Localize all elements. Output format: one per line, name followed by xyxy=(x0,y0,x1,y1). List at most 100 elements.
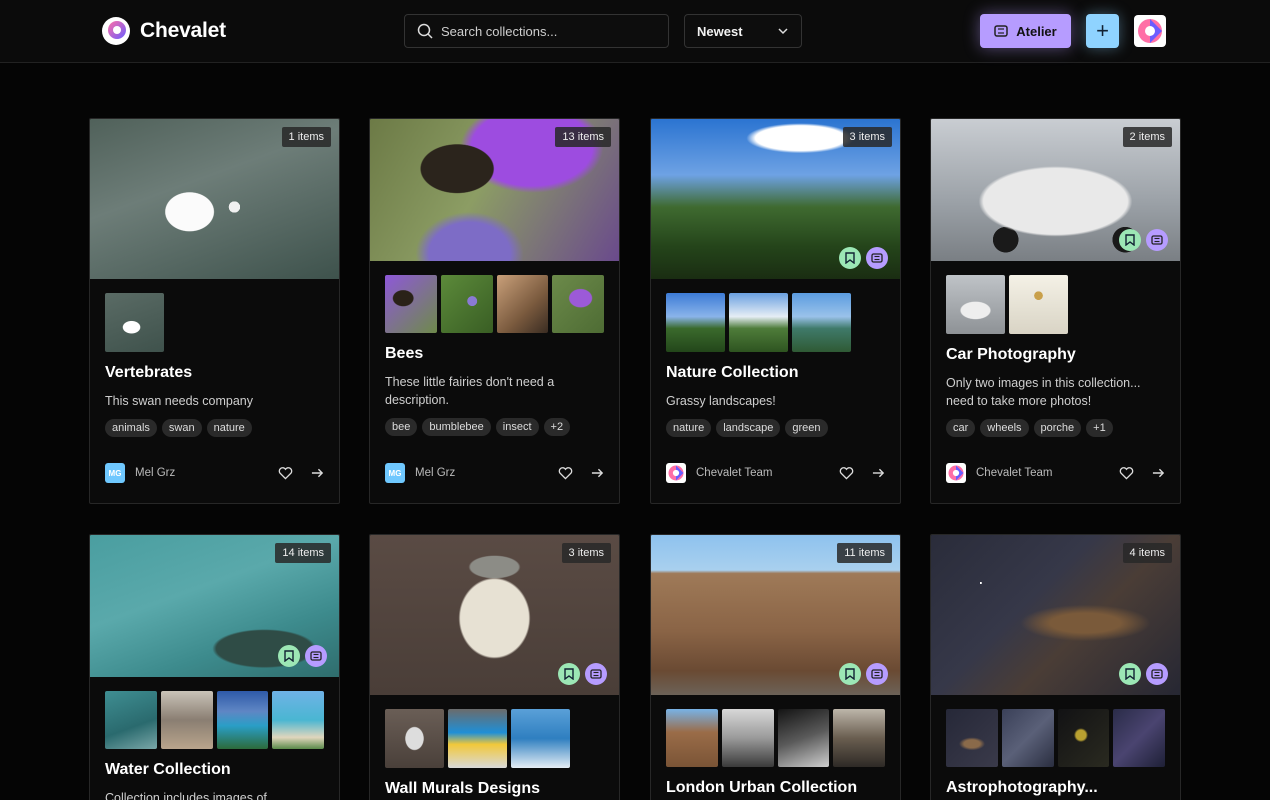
save-to-collection-button[interactable] xyxy=(558,663,580,685)
search-input[interactable] xyxy=(441,23,651,39)
collection-card[interactable]: 11 items London Urban Collection xyxy=(650,534,901,800)
bookmark-icon xyxy=(1125,668,1135,680)
collection-cover-image[interactable]: 14 items xyxy=(90,535,339,677)
collection-title[interactable]: Astrophotography... xyxy=(946,779,1165,797)
user-avatar[interactable] xyxy=(1134,15,1166,47)
collection-card[interactable]: 4 items Astrophotography... xyxy=(930,534,1181,800)
save-to-collection-button[interactable] xyxy=(1119,229,1141,251)
thumbnail[interactable] xyxy=(1113,709,1165,767)
thumbnail[interactable] xyxy=(1009,275,1068,334)
tag[interactable]: animals xyxy=(105,419,157,437)
thumbnail[interactable] xyxy=(729,293,788,352)
collection-title[interactable]: Bees xyxy=(385,345,604,363)
author-name[interactable]: Mel Grz xyxy=(135,467,278,479)
collection-title[interactable]: Nature Collection xyxy=(666,364,885,382)
tag[interactable]: bumblebee xyxy=(422,418,491,436)
heart-icon[interactable] xyxy=(558,466,573,480)
thumbnail[interactable] xyxy=(496,275,549,333)
thumbnail[interactable] xyxy=(216,691,269,749)
tag-overflow[interactable]: +1 xyxy=(1086,419,1113,437)
collection-cover-image[interactable]: 4 items xyxy=(931,535,1180,695)
tag[interactable]: car xyxy=(946,419,976,437)
thumbnail[interactable] xyxy=(272,691,324,749)
collection-cover-image[interactable]: 13 items xyxy=(370,119,619,261)
collection-cover-image[interactable]: 2 items xyxy=(931,119,1180,261)
sort-dropdown[interactable]: Newest xyxy=(684,14,802,48)
save-to-collection-button[interactable] xyxy=(839,247,861,269)
thumbnail[interactable] xyxy=(946,709,998,767)
thumbnail[interactable] xyxy=(666,709,718,767)
collection-card[interactable]: 2 items Car Photography Only two images … xyxy=(930,118,1181,504)
thumbnail[interactable] xyxy=(440,275,493,333)
open-in-atelier-button[interactable] xyxy=(866,247,888,269)
tag[interactable]: nature xyxy=(206,419,252,437)
open-in-atelier-button[interactable] xyxy=(585,663,607,685)
collection-cover-image[interactable]: 1 items xyxy=(90,119,339,279)
collection-card[interactable]: 3 items Nature Collection Grassy landsca… xyxy=(650,118,901,504)
collection-card[interactable]: 1 items Vertebrates This swan needs comp… xyxy=(89,118,340,504)
save-to-collection-button[interactable] xyxy=(839,663,861,685)
save-to-collection-button[interactable] xyxy=(1119,663,1141,685)
search-box[interactable] xyxy=(404,14,669,48)
collection-cover-image[interactable]: 3 items xyxy=(651,119,900,279)
collection-cover-image[interactable]: 3 items xyxy=(370,535,619,695)
thumbnail[interactable] xyxy=(105,293,164,352)
tag-overflow[interactable]: +2 xyxy=(543,418,571,436)
arrow-right-icon[interactable] xyxy=(1152,467,1165,479)
thumbnail[interactable] xyxy=(946,275,1005,334)
collection-card[interactable]: 3 items Wall Murals Designs xyxy=(369,534,620,800)
author-avatar[interactable] xyxy=(666,463,686,483)
tag[interactable]: wheels xyxy=(980,419,1029,437)
open-in-atelier-button[interactable] xyxy=(1146,663,1168,685)
thumbnail[interactable] xyxy=(511,709,570,768)
thumbnail[interactable] xyxy=(1057,709,1110,767)
open-in-atelier-button[interactable] xyxy=(866,663,888,685)
arrow-right-icon[interactable] xyxy=(872,467,885,479)
collection-title[interactable]: Car Photography xyxy=(946,346,1165,364)
author-name[interactable]: Chevalet Team xyxy=(696,467,839,479)
thumbnail[interactable] xyxy=(385,709,444,768)
author-name[interactable]: Mel Grz xyxy=(415,467,558,479)
add-collection-button[interactable]: + xyxy=(1086,14,1119,48)
arrow-right-icon[interactable] xyxy=(311,467,324,479)
heart-icon[interactable] xyxy=(839,466,854,480)
thumbnail[interactable] xyxy=(777,709,830,767)
thumbnail[interactable] xyxy=(833,709,885,767)
save-to-collection-button[interactable] xyxy=(278,645,300,667)
collection-card[interactable]: 14 items Water Collection Collection inc… xyxy=(89,534,340,800)
author-avatar[interactable]: MG xyxy=(105,463,125,483)
tag[interactable]: landscape xyxy=(716,419,781,437)
thumbnail[interactable] xyxy=(160,691,213,749)
tag[interactable]: green xyxy=(785,419,828,437)
thumbnail[interactable] xyxy=(721,709,774,767)
top-navigation-bar: Chevalet Newest Atelier + xyxy=(0,0,1270,63)
thumbnail[interactable] xyxy=(666,293,725,352)
collection-title[interactable]: London Urban Collection xyxy=(666,779,885,797)
author-name[interactable]: Chevalet Team xyxy=(976,467,1119,479)
thumbnail[interactable] xyxy=(1001,709,1054,767)
thumbnail[interactable] xyxy=(792,293,851,352)
thumbnail[interactable] xyxy=(385,275,437,333)
tag[interactable]: porche xyxy=(1033,419,1082,437)
open-in-atelier-button[interactable] xyxy=(1146,229,1168,251)
arrow-right-icon[interactable] xyxy=(591,467,604,479)
app-logo[interactable]: Chevalet xyxy=(102,17,226,45)
heart-icon[interactable] xyxy=(278,466,293,480)
collection-title[interactable]: Wall Murals Designs xyxy=(385,780,604,798)
tag[interactable]: swan xyxy=(161,419,202,437)
collection-cover-image[interactable]: 11 items xyxy=(651,535,900,695)
tag[interactable]: nature xyxy=(666,419,712,437)
author-avatar[interactable]: MG xyxy=(385,463,405,483)
thumbnail[interactable] xyxy=(448,709,507,768)
collection-card[interactable]: 13 items Bees These little fairies don't… xyxy=(369,118,620,504)
collection-title[interactable]: Water Collection xyxy=(105,761,324,779)
thumbnail[interactable] xyxy=(105,691,157,749)
author-avatar[interactable] xyxy=(946,463,966,483)
heart-icon[interactable] xyxy=(1119,466,1134,480)
tag[interactable]: insect xyxy=(495,418,539,436)
atelier-button[interactable]: Atelier xyxy=(980,14,1071,48)
tag[interactable]: bee xyxy=(385,418,418,436)
open-in-atelier-button[interactable] xyxy=(305,645,327,667)
thumbnail[interactable] xyxy=(552,275,604,333)
collection-title[interactable]: Vertebrates xyxy=(105,364,324,382)
